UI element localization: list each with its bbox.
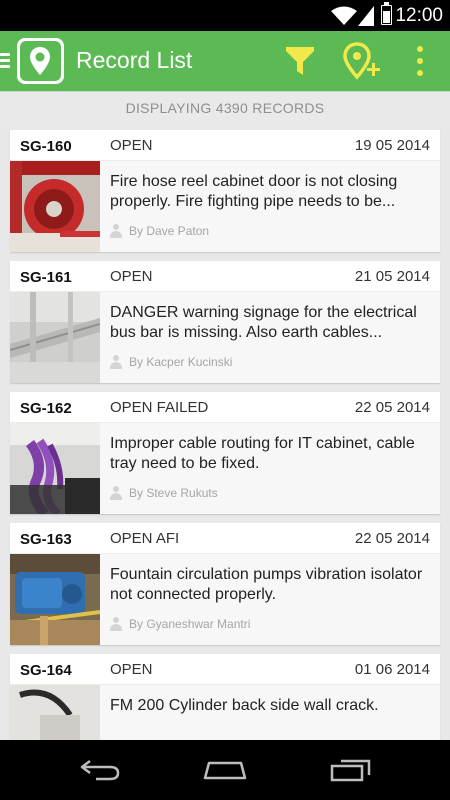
record-body: Fountain circulation pumps vibration iso… [100, 554, 440, 645]
user-icon [110, 224, 122, 238]
record-code: SG-163 [20, 531, 72, 548]
record-photo [10, 292, 100, 383]
record-description: DANGER warning signage for the electrica… [110, 304, 417, 341]
record-author-name: By Kacper Kucinski [129, 355, 233, 369]
record-author: By Kacper Kucinski [110, 355, 232, 369]
record-photo [10, 423, 100, 514]
record-author: By Dave Paton [110, 224, 209, 238]
user-icon [110, 355, 122, 369]
record-code: SG-161 [20, 269, 72, 286]
record-photo [10, 685, 100, 740]
drawer-menu-icon[interactable] [0, 53, 10, 69]
overflow-menu-button[interactable] [400, 41, 440, 81]
location-pin-icon [30, 47, 50, 75]
overflow-dot [417, 46, 423, 52]
record-author-name: By Dave Paton [129, 224, 210, 238]
record-date: 01 06 2014 [354, 661, 430, 678]
record-code: SG-162 [20, 400, 72, 417]
record-card[interactable]: SG-163 OPEN AFI 22 05 2014 Fountain circ… [10, 523, 440, 645]
record-body: Fire hose reel cabinet door is not closi… [100, 161, 440, 252]
app-logo[interactable] [17, 38, 64, 84]
record-code: SG-164 [20, 662, 72, 679]
filter-button[interactable] [280, 41, 320, 81]
record-body: DANGER warning signage for the electrica… [100, 292, 440, 383]
home-button[interactable] [201, 754, 249, 786]
record-list[interactable]: SG-160 OPEN 19 05 2014 Fire hose reel ca… [0, 123, 450, 740]
user-icon [110, 486, 122, 500]
record-header: SG-161 OPEN 21 05 2014 [10, 261, 440, 292]
record-date: 19 05 2014 [354, 137, 430, 154]
record-body: FM 200 Cylinder back side wall crack. [100, 685, 440, 740]
record-author-name: By Gyaneshwar Mantri [129, 617, 251, 631]
record-status: OPEN [110, 661, 153, 678]
record-count-banner: DISPLAYING 4390 RECORDS [0, 91, 450, 123]
record-card[interactable]: SG-160 OPEN 19 05 2014 Fire hose reel ca… [10, 130, 440, 252]
user-icon [110, 617, 122, 631]
record-status: OPEN [110, 268, 153, 285]
record-description: Fire hose reel cabinet door is not closi… [110, 173, 398, 210]
status-bar: 12:00 [0, 0, 450, 31]
add-location-button[interactable] [342, 41, 382, 81]
record-status: OPEN FAILED [110, 399, 209, 416]
record-photo [10, 554, 100, 645]
record-author-name: By Steve Rukuts [129, 486, 218, 500]
record-code: SG-160 [20, 138, 72, 155]
record-header: SG-164 OPEN 01 06 2014 [10, 654, 440, 685]
record-author: By Steve Rukuts [110, 486, 218, 500]
record-date: 22 05 2014 [354, 399, 430, 416]
record-status: OPEN AFI [110, 530, 180, 547]
record-description: Fountain circulation pumps vibration iso… [110, 566, 423, 603]
recent-apps-button[interactable] [326, 754, 374, 786]
record-header: SG-160 OPEN 19 05 2014 [10, 130, 440, 161]
record-status: OPEN [110, 137, 153, 154]
signal-icon [358, 6, 374, 26]
record-author: By Gyaneshwar Mantri [110, 617, 250, 631]
record-photo [10, 161, 100, 252]
record-card[interactable]: SG-164 OPEN 01 06 2014 FM 200 Cylinder b… [10, 654, 440, 740]
wifi-icon [331, 6, 357, 25]
battery-icon [381, 2, 392, 25]
record-description: Improper cable routing for IT cabinet, c… [110, 435, 415, 472]
record-header: SG-163 OPEN AFI 22 05 2014 [10, 523, 440, 554]
record-body: Improper cable routing for IT cabinet, c… [100, 423, 440, 514]
record-date: 22 05 2014 [354, 530, 430, 547]
back-icon [80, 760, 120, 781]
record-description: FM 200 Cylinder back side wall crack. [110, 697, 379, 714]
page-title: Record List [76, 47, 193, 73]
back-button[interactable] [76, 754, 124, 786]
home-icon [203, 761, 247, 780]
overflow-dot [417, 70, 423, 76]
filter-icon [286, 47, 314, 75]
record-card[interactable]: SG-161 OPEN 21 05 2014 DANGER warning si… [10, 261, 440, 383]
record-header: SG-162 OPEN FAILED 22 05 2014 [10, 392, 440, 423]
record-card[interactable]: SG-162 OPEN FAILED 22 05 2014 Improper c… [10, 392, 440, 514]
add-location-icon [343, 42, 380, 80]
record-date: 21 05 2014 [354, 268, 430, 285]
system-nav-bar [0, 740, 450, 800]
app-bar: Record List [0, 31, 450, 91]
overflow-dot [417, 58, 423, 64]
status-time: 12:00 [395, 5, 443, 26]
recent-apps-icon [330, 759, 371, 782]
